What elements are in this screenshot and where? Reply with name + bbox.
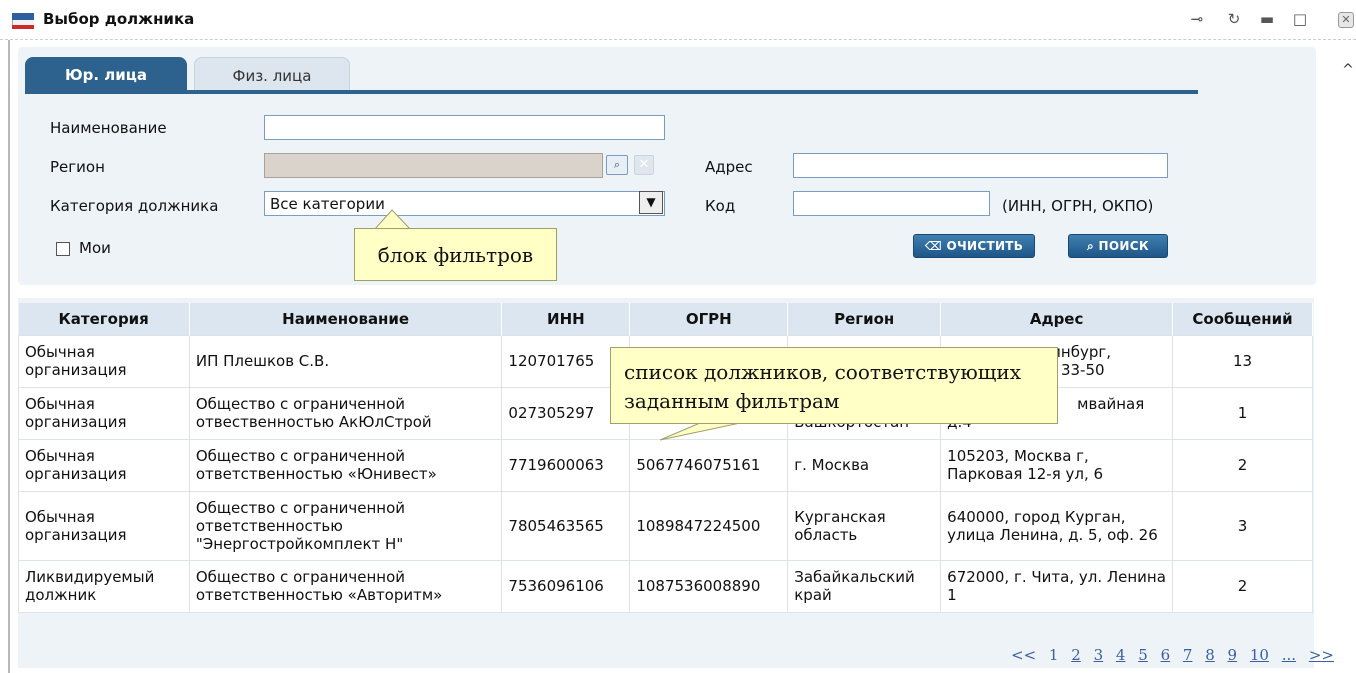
list-callout-line2: заданным фильтрам (624, 389, 840, 413)
callout-pointers (373, 209, 741, 441)
filters-callout: блок фильтров (354, 228, 557, 281)
list-callout: список должников, соответствующих заданн… (610, 347, 1058, 424)
list-callout-line1: список должников, соответствующих (624, 360, 1022, 384)
filters-callout-text: блок фильтров (377, 243, 534, 267)
